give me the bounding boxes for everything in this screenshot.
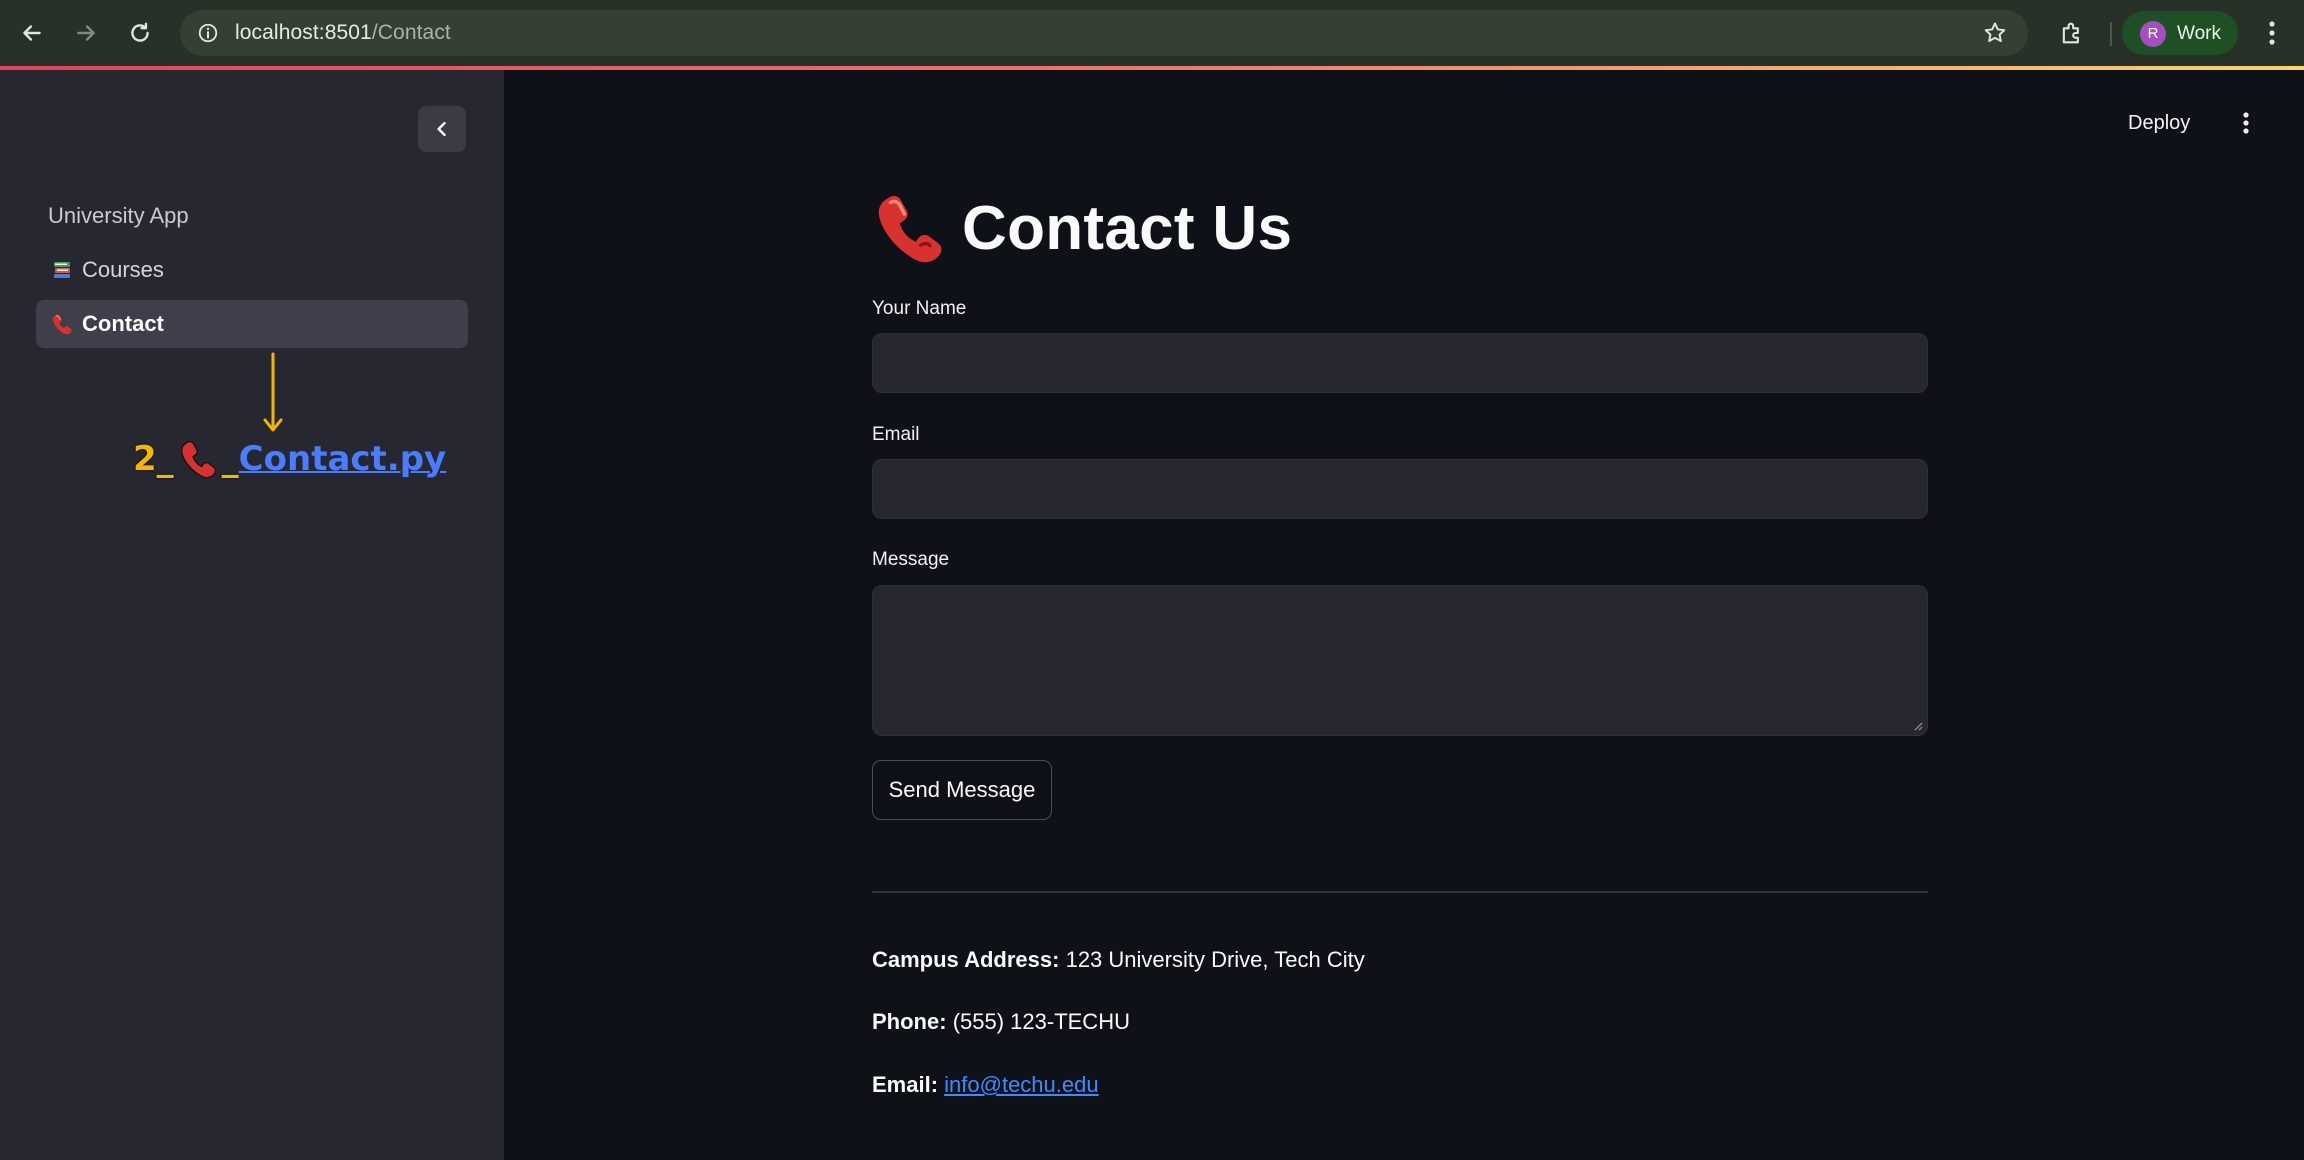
resize-handle-icon[interactable] [1913,721,1923,731]
url-path: /Contact [371,21,451,44]
site-info-icon[interactable] [194,19,222,47]
puzzle-icon [2062,22,2079,44]
name-label: Your Name [872,298,967,319]
sidebar-heading[interactable]: University App [48,200,189,232]
chevron-left-icon [437,121,446,137]
sidebar: University App Courses Contact 2_ _ Cont… [0,70,504,1160]
browser-menu-button[interactable] [2254,14,2290,52]
forward-arrow-icon [77,25,95,41]
reload-button[interactable] [122,15,158,51]
phone-key: Phone: [872,1009,947,1034]
address-value: 123 University Drive, Tech City [1065,947,1365,972]
back-arrow-icon [23,25,41,41]
kebab-menu-icon [2243,112,2249,134]
sidebar-item-contact[interactable]: Contact [36,300,468,348]
annotation-prefix: 2_ [133,439,174,479]
page-title-text: Contact Us [962,193,1293,263]
url-text[interactable]: localhost:8501/Contact [235,19,451,47]
profile-button[interactable]: R Work [2122,11,2238,55]
kebab-menu-icon [2269,21,2275,45]
email-field[interactable] [872,459,1928,519]
toolbar-divider [2110,22,2112,46]
annotation-telephone-icon [178,439,218,479]
page-title: Contact Us [872,186,1292,270]
campus-address: Campus Address: 123 University Drive, Te… [872,944,1365,976]
annotation-file: Contact.py [238,439,447,479]
forward-button[interactable] [68,15,104,51]
annotation-filename: 2_ _ Contact.py [133,436,446,482]
address-bar[interactable]: localhost:8501/Contact [180,10,2028,56]
email-label: Email [872,424,920,445]
name-field[interactable] [872,333,1928,393]
bookmark-star-icon[interactable] [1980,18,2010,48]
annotation-separator: _ [221,439,239,479]
address-key: Campus Address: [872,947,1060,972]
send-message-button[interactable]: Send Message [872,760,1052,820]
extensions-button[interactable] [2052,14,2092,52]
main-menu-button[interactable] [2232,104,2260,142]
deploy-button[interactable]: Deploy [2128,106,2190,140]
avatar: R [2140,21,2166,47]
collapse-sidebar-button[interactable] [418,106,466,152]
message-textarea[interactable] [872,585,1928,736]
browser-toolbar: localhost:8501/Contact R Work [0,0,2304,66]
section-divider [872,891,1928,893]
email-line: Email: info@techu.edu [872,1069,1099,1101]
books-icon [50,258,74,282]
url-host: localhost:8501 [235,21,372,44]
sidebar-item-label: Courses [82,257,164,282]
sidebar-item-courses[interactable]: Courses [36,246,468,294]
back-button[interactable] [14,15,50,51]
telephone-icon [878,195,942,263]
reload-icon [131,22,149,42]
phone-line: Phone: (555) 123-TECHU [872,1006,1130,1038]
annotation-arrow-icon [263,352,283,432]
profile-label: Work [2177,23,2221,44]
email-key: Email: [872,1072,939,1097]
telephone-icon [50,312,74,336]
email-link[interactable]: info@techu.edu [944,1072,1098,1097]
sidebar-item-label: Contact [82,311,164,336]
phone-value: (555) 123-TECHU [952,1009,1130,1034]
message-label: Message [872,549,950,570]
